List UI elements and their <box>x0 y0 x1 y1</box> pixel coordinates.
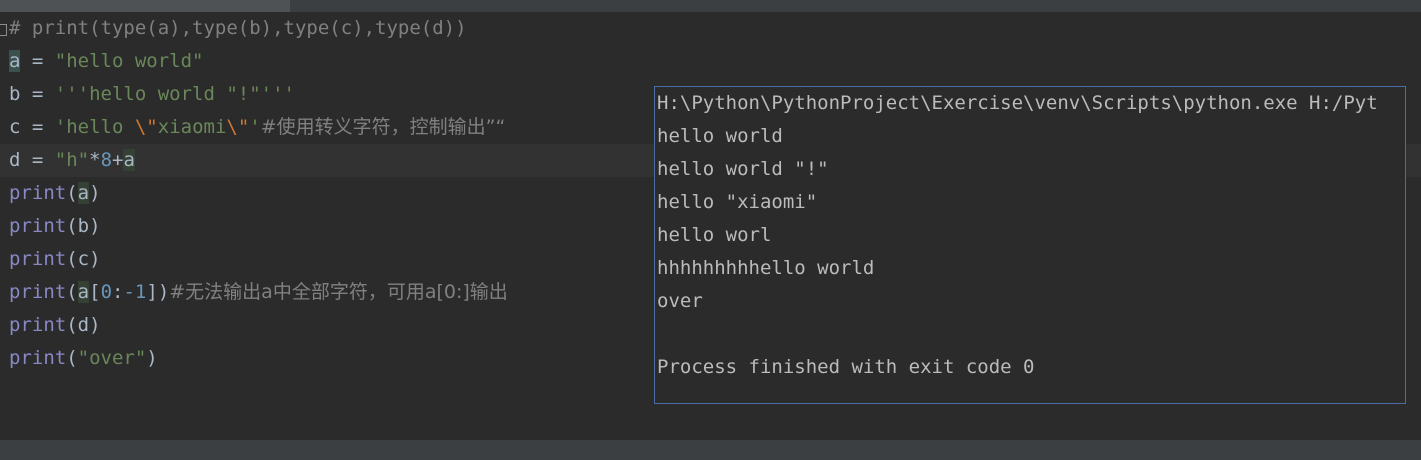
code-comment: #无法输出a中全部字符，可用a[0:]输出 <box>169 281 508 303</box>
builtin-print: print <box>9 248 67 270</box>
number-literal: 0 <box>100 281 113 303</box>
call-args: (c) <box>66 248 101 270</box>
console-line-command: H:\Python\PythonProject\Exercise\venv\Sc… <box>657 92 1378 114</box>
bracket: ] <box>146 281 158 303</box>
builtin-print: print <box>9 281 67 303</box>
string-literal: "over" <box>77 347 147 369</box>
string-literal: "hello world" <box>54 50 204 72</box>
console-line-exit-status: Process finished with exit code 0 <box>657 356 1035 378</box>
paren: ( <box>66 347 78 369</box>
number-literal: 8 <box>100 149 113 171</box>
paren: ) <box>157 281 170 303</box>
operator: = <box>20 116 55 138</box>
variable-a: a <box>77 182 90 204</box>
console-line-output: hhhhhhhhhello world <box>657 257 875 279</box>
paren: ) <box>89 182 101 204</box>
paren: ( <box>66 182 78 204</box>
console-line-output: hello "xiaomi" <box>657 191 818 213</box>
escape-sequence: \" <box>134 116 158 138</box>
number-literal: -1 <box>123 281 147 303</box>
colon: : <box>112 281 124 303</box>
run-output-console[interactable]: H:\Python\PythonProject\Exercise\venv\Sc… <box>654 86 1406 404</box>
console-line-output: hello worl <box>657 224 772 246</box>
operator: = <box>20 50 55 72</box>
string-literal: "h" <box>54 149 90 171</box>
code-comment: # print(type(a),type(b),type(c),type(d)) <box>9 17 467 39</box>
builtin-print: print <box>9 314 67 336</box>
call-args: (b) <box>66 215 101 237</box>
operator: = <box>20 83 55 105</box>
builtin-print: print <box>9 347 67 369</box>
console-line-output: over <box>657 290 703 312</box>
variable-d: d <box>9 149 21 171</box>
variable-a: a <box>9 50 21 72</box>
string-literal: ' <box>249 116 261 138</box>
console-line-output: hello world <box>657 125 783 147</box>
top-toolbar-strip <box>0 0 1421 12</box>
variable-a: a <box>123 149 135 171</box>
operator: + <box>112 149 124 171</box>
bottom-status-strip <box>0 440 1421 460</box>
variable-a: a <box>77 281 90 303</box>
operator: = <box>20 149 55 171</box>
variable-c: c <box>9 116 21 138</box>
builtin-print: print <box>9 215 67 237</box>
escape-sequence: \" <box>226 116 250 138</box>
builtin-print: print <box>9 182 67 204</box>
call-args: (d) <box>66 314 101 336</box>
string-literal: '''hello world "!"''' <box>54 83 295 105</box>
paren: ) <box>146 347 158 369</box>
code-line-1[interactable]: # print(type(a),type(b),type(c),type(d)) <box>0 12 1421 45</box>
paren: ( <box>66 281 78 303</box>
string-literal: 'hello <box>54 116 135 138</box>
editor-tab-strip <box>0 0 290 12</box>
variable-b: b <box>9 83 21 105</box>
code-comment: #使用转义字符，控制输出”“ <box>260 116 506 138</box>
string-literal: xiaomi <box>157 116 227 138</box>
bracket: [ <box>89 281 101 303</box>
operator: * <box>89 149 101 171</box>
code-line-2[interactable]: a = "hello world" <box>0 45 1421 78</box>
console-line-output: hello world "!" <box>657 158 829 180</box>
